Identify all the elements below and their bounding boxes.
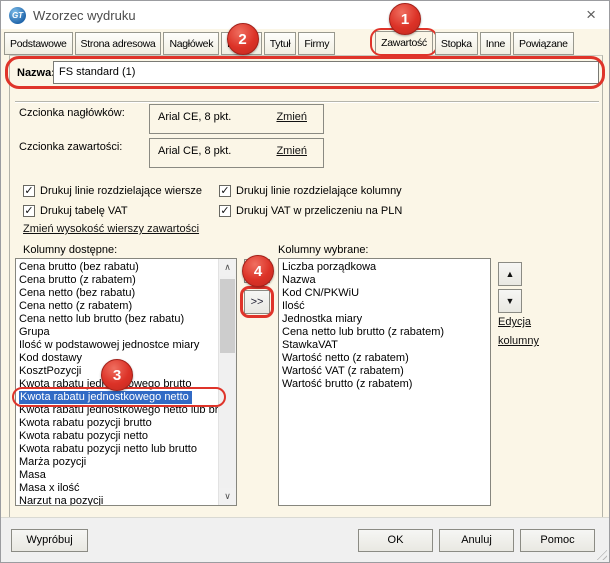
list-item[interactable]: StawkaVAT xyxy=(282,339,490,352)
list-item[interactable]: Cena netto (bez rabatu) xyxy=(19,287,219,300)
checkbox-column-lines: ✓ Drukuj linie rozdzielające kolumny xyxy=(219,184,402,197)
close-icon[interactable]: × xyxy=(586,5,596,25)
tab[interactable]: Stopka xyxy=(434,32,478,55)
scroll-down-icon[interactable]: ∨ xyxy=(219,488,236,505)
print-template-dialog: GT Wzorzec wydruku × Podstawowe Strona ad… xyxy=(0,0,610,563)
window-title: Wzorzec wydruku xyxy=(33,7,136,23)
list-item[interactable]: Kod dostawy xyxy=(19,352,219,365)
change-row-height-link[interactable]: Zmień wysokość wierszy zawartości xyxy=(23,223,199,235)
tab[interactable]: Strona adresowa xyxy=(74,32,162,55)
list-item[interactable]: Ilość xyxy=(282,300,490,313)
list-item[interactable]: Kod CN/PKWiU xyxy=(282,287,490,300)
available-columns-label: Kolumny dostępne: xyxy=(23,244,118,256)
list-item[interactable]: Nazwa xyxy=(282,274,490,287)
transfer-button-top[interactable] xyxy=(244,259,270,283)
available-columns-items: Cena brutto (bez rabatu) Cena brutto (z r… xyxy=(16,259,219,505)
chosen-columns-label: Kolumny wybrane: xyxy=(278,244,369,256)
scrollbar[interactable]: ∧ ∨ xyxy=(218,259,236,505)
tab[interactable]: Podstawowe xyxy=(4,32,73,55)
check-icon: ✓ xyxy=(24,204,34,217)
list-item[interactable]: Wartość VAT (z rabatem) xyxy=(282,365,490,378)
list-item[interactable]: Ilość w podstawowej jednostce miary xyxy=(19,339,219,352)
tab[interactable]: Tytuł xyxy=(263,32,297,55)
list-item[interactable]: Jednostka miary xyxy=(282,313,490,326)
print-row-lines-label: Drukuj linie rozdzielające wiersze xyxy=(40,184,203,197)
tab[interactable]: Inne xyxy=(479,32,512,55)
move-down-button[interactable]: ▼ xyxy=(498,289,522,313)
print-column-lines-label: Drukuj linie rozdzielające kolumny xyxy=(236,184,402,197)
tab[interactable]: Papier xyxy=(221,32,262,55)
list-item[interactable]: Cena netto (z rabatem) xyxy=(19,300,219,313)
list-item[interactable]: Wartość netto (z rabatem) xyxy=(282,352,490,365)
checkbox-row-lines: ✓ Drukuj linie rozdzielające wiersze xyxy=(23,184,202,197)
content-font-box: Arial CE, 8 pkt. Zmień xyxy=(149,138,324,168)
header-font-label: Czcionka nagłówków: xyxy=(19,107,125,119)
list-item[interactable]: Marża pozycji xyxy=(19,456,219,469)
tab[interactable]: Firmy xyxy=(298,32,336,55)
tab[interactable]: Nagłówek xyxy=(163,32,220,55)
cancel-button[interactable]: Anuluj xyxy=(439,529,514,552)
print-row-lines-checkbox[interactable]: ✓ xyxy=(23,184,35,197)
list-item[interactable]: Cena brutto (bez rabatu) xyxy=(19,261,219,274)
checkbox-vat-pln: ✓ Drukuj VAT w przeliczeniu na PLN xyxy=(219,204,402,217)
list-item[interactable]: Kwota rabatu jednostkowego netto xyxy=(19,391,192,404)
list-item[interactable]: Cena netto lub brutto (z rabatem) xyxy=(282,326,490,339)
arrow-up-icon: ▲ xyxy=(505,269,515,279)
print-vat-pln-checkbox[interactable]: ✓ xyxy=(219,204,231,217)
list-item[interactable]: Kwota rabatu jednostkowego netto lub bru… xyxy=(19,404,219,417)
try-button[interactable]: Wypróbuj xyxy=(11,529,88,552)
check-icon: ✓ xyxy=(220,204,230,217)
arrow-down-icon: ▼ xyxy=(505,296,515,306)
print-vat-table-checkbox[interactable]: ✓ xyxy=(23,204,35,217)
tab[interactable]: Zawartość xyxy=(370,28,438,56)
list-item[interactable]: Masa x ilość xyxy=(19,482,219,495)
print-vat-table-label: Drukuj tabelę VAT xyxy=(40,204,128,217)
edit-column-link-line2[interactable]: kolumny xyxy=(498,335,539,347)
name-label: Nazwa: xyxy=(17,67,55,79)
list-item[interactable]: Grupa xyxy=(19,326,219,339)
add-all-columns-button[interactable]: >> xyxy=(244,290,270,314)
tab-bar: Podstawowe Strona adresowa Nagłówek Papier T… xyxy=(4,28,574,56)
check-icon: ✓ xyxy=(24,184,34,197)
list-item[interactable]: Wartość brutto (z rabatem) xyxy=(282,378,490,391)
chosen-columns-items: Liczba porządkowa Nazwa Kod CN/PKWiU Ilość J… xyxy=(279,259,490,505)
template-name-input[interactable]: FS standard (1) xyxy=(53,61,599,84)
print-vat-pln-label: Drukuj VAT w przeliczeniu na PLN xyxy=(236,204,403,217)
change-content-font-link[interactable]: Zmień xyxy=(276,145,307,167)
check-icon: ✓ xyxy=(220,184,230,197)
list-item[interactable]: KosztPozycji xyxy=(19,365,219,378)
help-button[interactable]: Pomoc xyxy=(520,529,595,552)
edit-column-link[interactable]: Edycja xyxy=(498,316,531,328)
content-font-label: Czcionka zawartości: xyxy=(19,141,123,153)
tab[interactable]: Powiązane xyxy=(513,32,574,55)
list-item[interactable]: Cena brutto (z rabatem) xyxy=(19,274,219,287)
scroll-up-icon[interactable]: ∧ xyxy=(219,259,236,276)
scrollbar-thumb[interactable] xyxy=(220,279,235,353)
list-item[interactable]: Liczba porządkowa xyxy=(282,261,490,274)
header-font-value: Arial CE, 8 pkt. xyxy=(158,111,232,123)
list-item[interactable]: Cena netto lub brutto (bez rabatu) xyxy=(19,313,219,326)
ok-button[interactable]: OK xyxy=(358,529,433,552)
list-item[interactable]: Narzut na pozycji xyxy=(19,495,219,505)
change-header-font-link[interactable]: Zmień xyxy=(276,111,307,133)
list-item[interactable]: Kwota rabatu jednostkowego brutto xyxy=(19,378,219,391)
list-item[interactable]: Kwota rabatu pozycji netto xyxy=(19,430,219,443)
checkbox-vat-table: ✓ Drukuj tabelę VAT xyxy=(23,204,128,217)
available-columns-list: Cena brutto (bez rabatu) Cena brutto (z r… xyxy=(15,258,237,506)
content-font-value: Arial CE, 8 pkt. xyxy=(158,145,232,157)
button-bar xyxy=(1,517,609,562)
list-item[interactable]: Kwota rabatu pozycji brutto xyxy=(19,417,219,430)
chosen-columns-list: Liczba porządkowa Nazwa Kod CN/PKWiU Ilość J… xyxy=(278,258,491,506)
move-up-button[interactable]: ▲ xyxy=(498,262,522,286)
print-column-lines-checkbox[interactable]: ✓ xyxy=(219,184,231,197)
separator xyxy=(15,101,599,102)
title-bar: GT Wzorzec wydruku × xyxy=(1,1,609,29)
list-item[interactable]: Masa xyxy=(19,469,219,482)
header-font-box: Arial CE, 8 pkt. Zmień xyxy=(149,104,324,134)
app-logo-icon: GT xyxy=(9,6,26,24)
list-item[interactable]: Kwota rabatu pozycji netto lub brutto xyxy=(19,443,219,456)
